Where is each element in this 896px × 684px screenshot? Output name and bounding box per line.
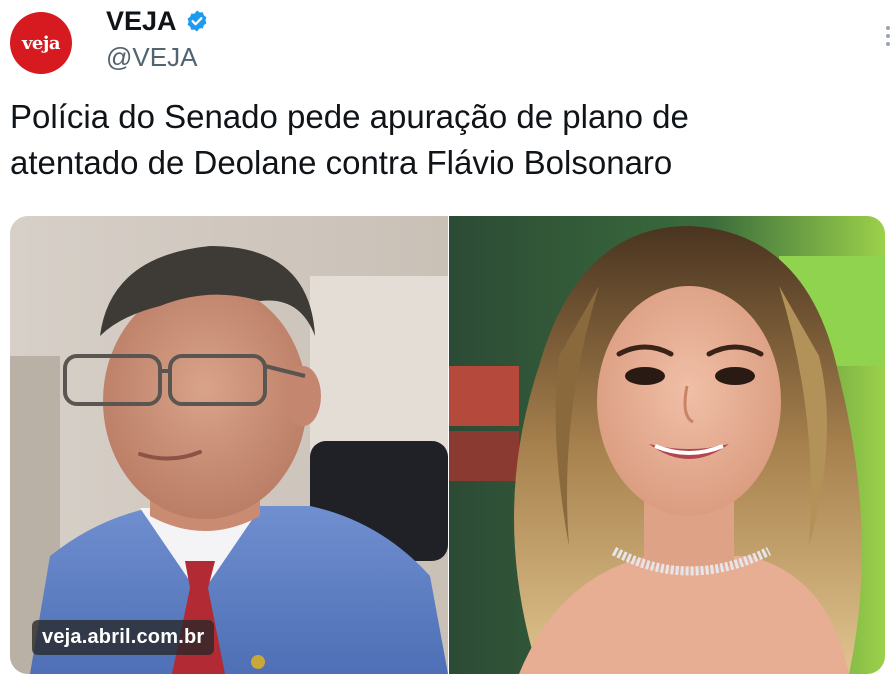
more-options-icon[interactable]	[886, 26, 892, 46]
tweet-text-line-2: atentado de Deolane contra Flávio Bolson…	[10, 144, 673, 181]
author-handle[interactable]: @VEJA	[106, 42, 197, 73]
verified-badge-icon	[185, 9, 209, 33]
author-name-row[interactable]: VEJA	[106, 4, 209, 38]
author-display-name[interactable]: VEJA	[106, 6, 177, 37]
avatar[interactable]: veja	[10, 12, 72, 74]
tweet-text: Polícia do Senado pede apuração de plano…	[10, 94, 880, 186]
tweet-media[interactable]: veja.abril.com.br	[10, 216, 885, 674]
tweet-text-line-1: Polícia do Senado pede apuração de plano…	[10, 98, 689, 135]
photo-left[interactable]: veja.abril.com.br	[10, 216, 448, 674]
photo-right[interactable]	[449, 216, 885, 674]
tweet-card[interactable]: veja VEJA @VEJA Polícia do Senado pede a…	[0, 0, 896, 684]
watermark-text: veja.abril.com.br	[32, 620, 215, 655]
avatar-logo: veja	[21, 32, 61, 54]
